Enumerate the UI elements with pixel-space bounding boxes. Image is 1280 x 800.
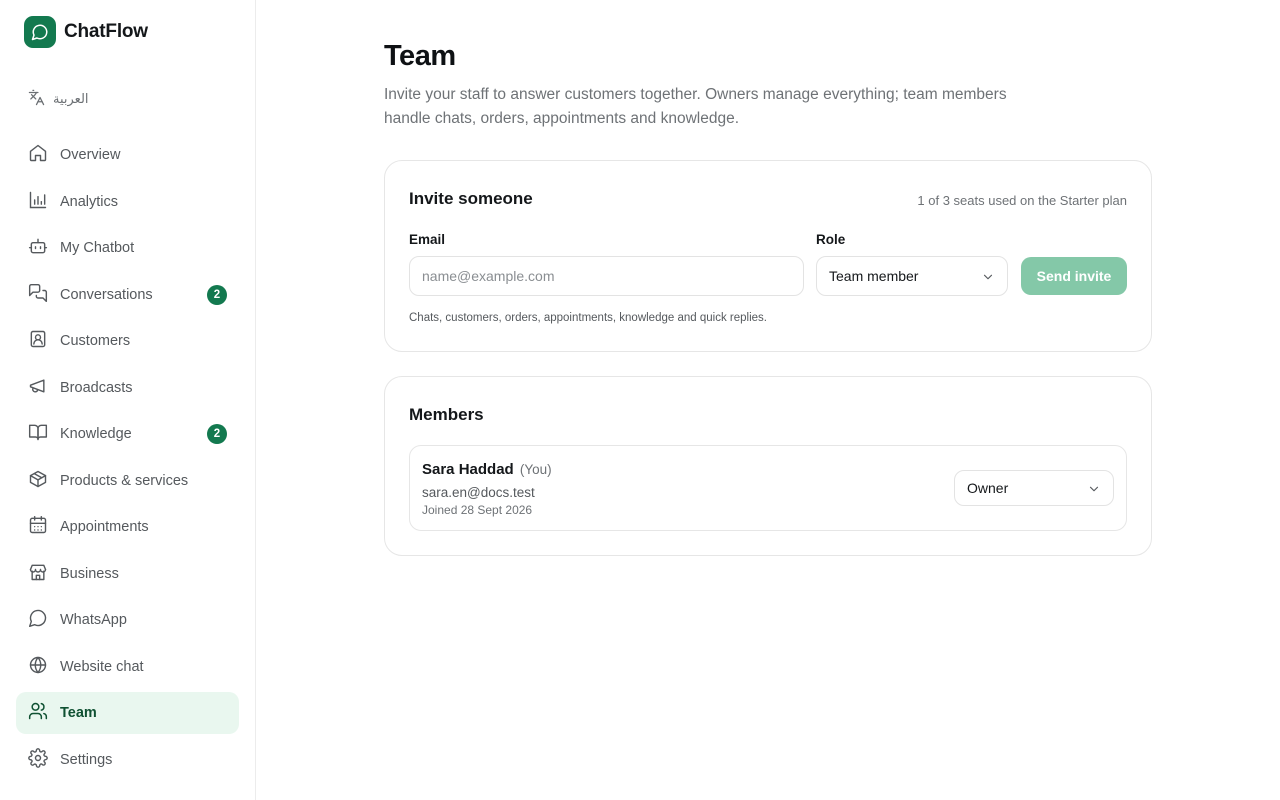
invite-title: Invite someone [409,189,533,208]
sidebar-item-knowledge[interactable]: Knowledge 2 [16,413,239,455]
book-icon [28,422,48,446]
sidebar-item-conversations[interactable]: Conversations 2 [16,274,239,316]
role-label: Role [816,232,846,247]
member-role-select[interactable]: Owner [954,470,1114,506]
sidebar-item-website-chat[interactable]: Website chat [16,646,239,688]
brand-name: ChatFlow [64,21,148,42]
email-input[interactable] [409,256,804,296]
sidebar-item-label: Team [60,705,97,721]
member-name: Sara Haddad [422,461,514,478]
member-row: Sara Haddad (You) sara.en@docs.test Join… [409,445,1127,531]
sidebar: ChatFlow العربية Overview Analytics My C… [0,0,256,800]
sidebar-item-customers[interactable]: Customers [16,320,239,362]
users-icon [28,701,48,725]
sidebar-item-broadcasts[interactable]: Broadcasts [16,367,239,409]
sidebar-item-whatsapp[interactable]: WhatsApp [16,599,239,641]
sidebar-item-label: Knowledge [60,426,132,442]
chat-bubble-icon [28,608,48,632]
language-label: العربية [53,91,89,106]
sidebar-item-label: Business [60,565,119,582]
bot-icon [28,236,48,260]
sidebar-item-label: Conversations [60,286,153,303]
chevron-down-icon [1087,482,1101,499]
chat-bubble-icon [24,16,56,48]
sidebar-item-overview[interactable]: Overview [16,134,239,176]
language-switch[interactable]: العربية [28,89,89,109]
sidebar-item-label: Overview [60,147,121,163]
store-icon [28,562,48,586]
globe-icon [28,655,48,679]
members-card: Members Sara Haddad (You) sara.en@docs.t… [384,376,1152,556]
sidebar-item-analytics[interactable]: Analytics [16,181,239,223]
role-hint: Chats, customers, orders, appointments, … [409,312,767,324]
sidebar-item-label: My Chatbot [60,240,135,256]
chevron-down-icon [981,270,995,287]
sidebar-item-label: Analytics [60,193,119,210]
unread-badge: 2 [207,424,227,444]
sidebar-item-label: WhatsApp [60,612,127,628]
home-icon [28,143,48,167]
send-invite-button[interactable]: Send invite [1021,257,1127,295]
sidebar-item-team[interactable]: Team [16,692,239,734]
sidebar-item-business[interactable]: Business [16,553,239,595]
messages-icon [28,283,48,307]
member-email: sara.en@docs.test [422,485,535,500]
sidebar-item-label: Website chat [60,658,144,675]
sidebar-item-label: Appointments [60,519,149,535]
sidebar-item-label: Customers [60,333,131,349]
sidebar-item-label: Settings [60,751,113,768]
page-title: Team [384,40,456,72]
sidebar-item-my-chatbot[interactable]: My Chatbot [16,227,239,269]
seats-usage: 1 of 3 seats used on the Starter plan [917,193,1127,208]
member-name-line: Sara Haddad (You) [422,461,552,478]
sidebar-item-label: Broadcasts [60,379,133,396]
gear-icon [28,747,48,772]
role-select-value: Team member [829,268,919,284]
member-joined: Joined 28 Sept 2026 [422,503,533,517]
sidebar-item-products-services[interactable]: Products & services [16,460,239,502]
role-select[interactable]: Team member [816,256,1008,296]
email-label: Email [409,232,446,247]
sidebar-item-appointments[interactable]: Appointments [16,506,239,548]
member-role-value: Owner [967,480,1009,496]
members-title: Members [409,405,484,424]
sidebar-item-label: Products & services [60,472,189,489]
package-icon [28,469,48,493]
sidebar-item-settings[interactable]: Settings [16,739,239,781]
page-description: Invite your staff to answer customers to… [384,86,1007,127]
unread-badge: 2 [207,284,227,305]
invite-card: Invite someone 1 of 3 seats used on the … [384,160,1152,352]
contact-card-icon [28,329,48,353]
sidebar-nav: Overview Analytics My Chatbot Conversati… [16,134,239,785]
calendar-icon [28,515,48,539]
bar-chart-icon [28,190,48,214]
page-header: Team Invite your staff to answer custome… [384,40,1152,131]
brand[interactable]: ChatFlow [24,16,148,48]
translate-icon [28,89,45,109]
member-you-tag: (You) [519,462,552,477]
megaphone-icon [28,376,48,400]
